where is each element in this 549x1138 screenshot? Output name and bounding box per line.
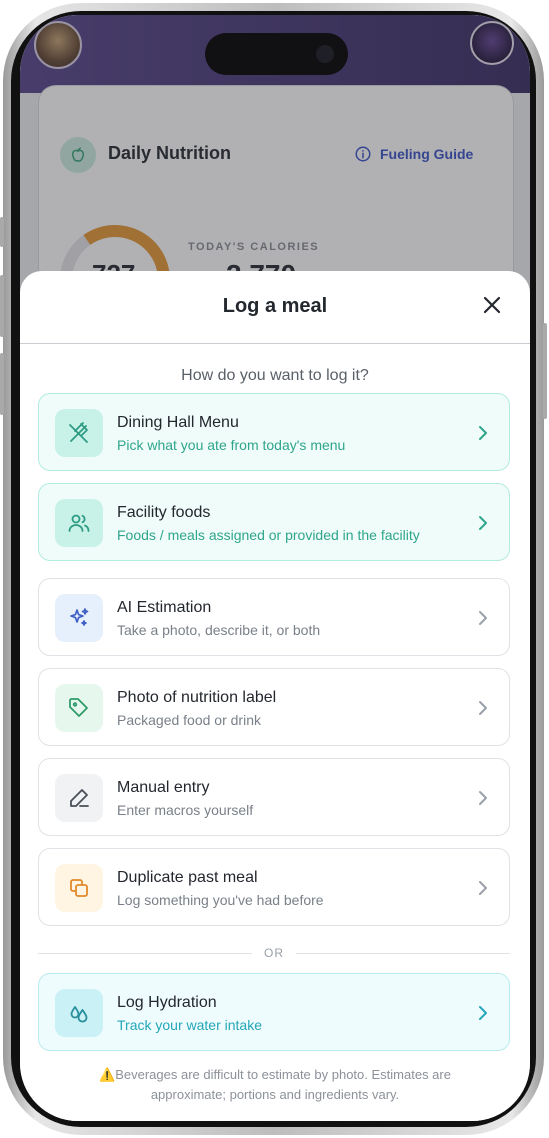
droplets-icon — [55, 989, 103, 1037]
screen: Daily Nutrition Fueling Guide 727 TODAY'… — [20, 15, 530, 1121]
chevron-right-icon — [479, 881, 487, 895]
log-meal-sheet: Log a meal How do you want to log it? Di… — [20, 271, 530, 1121]
option-duplicate-past-meal[interactable]: Duplicate past meal Log something you've… — [38, 848, 510, 926]
option-title: Log Hydration — [117, 994, 217, 1011]
close-icon — [483, 296, 501, 314]
sparkles-icon — [55, 594, 103, 642]
option-description: Pick what you ate from today's menu — [117, 437, 346, 453]
option-description: Log something you've had before — [117, 892, 324, 908]
option-description: Foods / meals assigned or provided in th… — [117, 527, 420, 543]
or-label: OR — [264, 946, 284, 960]
option-dining-hall-menu[interactable]: Dining Hall Menu Pick what you ate from … — [38, 393, 510, 471]
option-manual-entry[interactable]: Manual entry Enter macros yourself — [38, 758, 510, 836]
chevron-right-icon — [479, 1006, 487, 1020]
chevron-right-icon — [479, 426, 487, 440]
option-title: Photo of nutrition label — [117, 689, 277, 706]
option-description: Packaged food or drink — [117, 712, 261, 728]
action-button — [0, 217, 4, 247]
sheet-title: Log a meal — [222, 295, 328, 317]
option-ai-estimation[interactable]: AI Estimation Take a photo, describe it,… — [38, 578, 510, 656]
header-divider — [20, 343, 530, 344]
chevron-right-icon — [479, 611, 487, 625]
option-description: Take a photo, describe it, or both — [117, 622, 321, 638]
power-button — [543, 323, 547, 419]
option-title: AI Estimation — [117, 599, 212, 616]
chevron-right-icon — [479, 516, 487, 530]
divider-line — [38, 952, 252, 954]
or-divider: OR — [38, 945, 510, 961]
option-facility-foods[interactable]: Facility foods Foods / meals assigned or… — [38, 483, 510, 561]
divider-line — [296, 952, 510, 954]
chevron-right-icon — [479, 791, 487, 805]
option-title: Facility foods — [117, 504, 211, 521]
tag-icon — [55, 684, 103, 732]
volume-down-button — [0, 353, 4, 415]
option-log-hydration[interactable]: Log Hydration Track your water intake — [38, 973, 510, 1051]
utensils-icon — [55, 409, 103, 457]
volume-up-button — [0, 275, 4, 337]
option-description: Enter macros yourself — [117, 802, 254, 818]
copy-icon — [55, 864, 103, 912]
sheet-subtitle: How do you want to log it? — [181, 367, 369, 384]
option-title: Duplicate past meal — [117, 869, 258, 886]
option-title: Manual entry — [117, 779, 210, 796]
beverage-disclaimer: ⚠️Beverages are difficult to estimate by… — [99, 1067, 451, 1102]
option-title: Dining Hall Menu — [117, 414, 239, 431]
option-description: Track your water intake — [117, 1017, 262, 1033]
chevron-right-icon — [479, 701, 487, 715]
users-icon — [55, 499, 103, 547]
close-button[interactable] — [480, 293, 504, 317]
pencil-icon — [55, 774, 103, 822]
option-photo-nutrition-label[interactable]: Photo of nutrition label Packaged food o… — [38, 668, 510, 746]
